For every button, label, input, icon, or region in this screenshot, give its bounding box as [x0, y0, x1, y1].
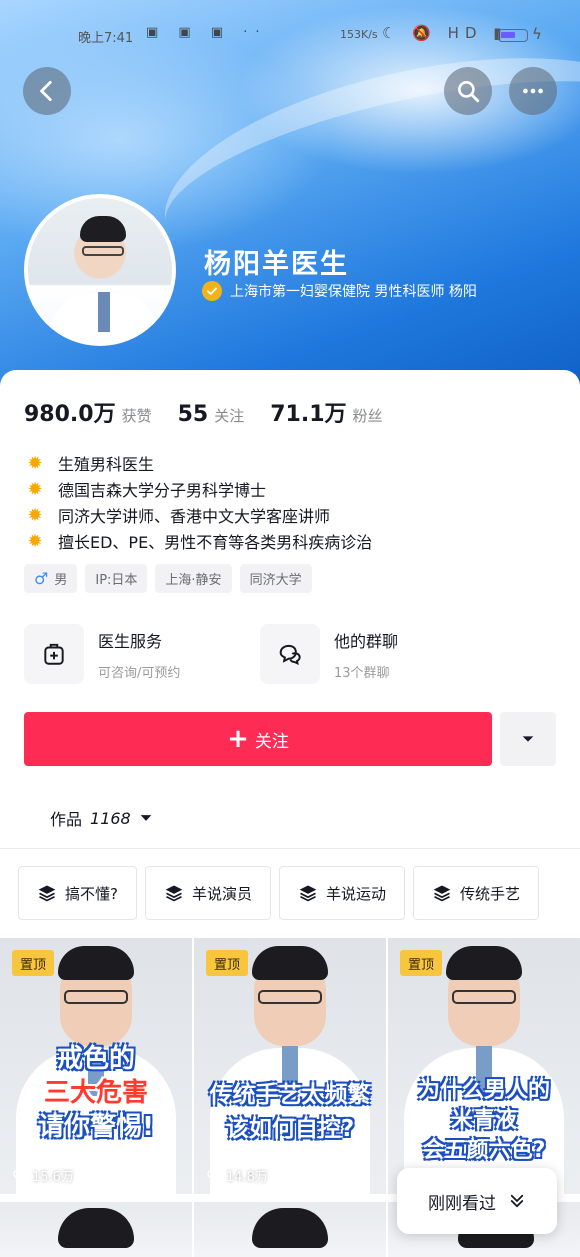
bio: ✹ 生殖男科医生 ✹ 德国吉森大学分子男科学博士 ✹ 同济大学讲师、香港中文大学客座讲…	[24, 450, 372, 554]
likes-count: 980.0万	[24, 402, 116, 427]
male-icon: ♂	[34, 569, 49, 588]
followers-count[interactable]: 71.1万	[270, 396, 346, 428]
services-row: 医生服务 可咨询/可预约 他的群聊 13个群聊	[24, 624, 556, 684]
chevron-left-icon	[40, 80, 52, 102]
pinned-badge: 置顶	[206, 950, 249, 976]
pinned-badge: 置顶	[400, 950, 443, 976]
service-title: 他的群聊	[334, 631, 399, 651]
double-chevron-down-icon	[510, 1194, 524, 1208]
video-thumbnail[interactable]: 置顶 戒色的 三大危害 请你警惕! 15.6万	[0, 938, 192, 1194]
video-thumbnail[interactable]	[194, 1202, 386, 1257]
status-bar: 晚上7:41 ▣ ▣ ▣ ·· 153K/s ☾ 🔕 HD ▮ ϟ	[0, 0, 580, 70]
recommend-dropdown-button[interactable]	[500, 712, 556, 766]
profile-name: 杨阳羊医生	[204, 249, 349, 280]
verified-badge-icon	[202, 281, 222, 301]
recently-viewed-popup[interactable]: 刚刚看过	[397, 1168, 557, 1234]
doctor-service-entry[interactable]: 医生服务 可咨询/可预约	[24, 624, 260, 684]
battery-icon	[498, 29, 528, 42]
pinned-badge: 置顶	[12, 950, 55, 976]
back-button[interactable]	[23, 67, 71, 115]
video-likes: 15.6万	[12, 1166, 74, 1185]
more-button[interactable]	[509, 67, 557, 115]
service-subtitle: 13个群聊	[334, 665, 390, 681]
tag-location[interactable]: 上海·静安	[155, 564, 232, 593]
search-icon	[458, 81, 480, 103]
video-likes: 14.8万	[206, 1166, 268, 1185]
likes-label: 获赞	[121, 407, 152, 425]
video-caption: 戒色的 三大危害 请你警惕!	[38, 1044, 154, 1142]
video-caption: 为什么男人的 米青液 会五颜六色?	[417, 1078, 550, 1163]
charging-icon: ϟ	[532, 25, 542, 43]
layers-icon	[299, 885, 317, 902]
collections-bar: 搞不懂? 羊说演员 羊说运动 传统手艺	[18, 866, 540, 920]
tag-gender: ♂ 男	[24, 564, 78, 593]
service-title: 医生服务	[98, 631, 163, 651]
heart-icon	[13, 1169, 27, 1182]
system-icons: ☾ 🔕 HD ▮	[382, 24, 508, 42]
search-button[interactable]	[444, 67, 492, 115]
tag-school[interactable]: 同济大学	[239, 564, 312, 593]
bio-line: 生殖男科医生	[58, 455, 155, 474]
followers-label[interactable]: 粉丝	[353, 405, 383, 426]
sun-icon: ✹	[27, 478, 43, 500]
works-tab[interactable]: 作品 1168	[50, 806, 153, 830]
group-chat-entry[interactable]: 他的群聊 13个群聊	[260, 624, 496, 684]
video-thumbnail[interactable]: 置顶 为什么男人的 米青液 会五颜六色?	[388, 938, 580, 1194]
stats-row: 980.0万 获赞 55 关注 71.1万 粉丝	[24, 396, 409, 428]
bio-line: 擅长ED、PE、男性不育等各类男科疾病诊治	[58, 533, 373, 552]
collection-chip[interactable]: 搞不懂?	[18, 866, 137, 920]
works-count: 1168	[90, 808, 131, 828]
sun-icon: ✹	[27, 452, 43, 474]
caret-down-icon	[522, 736, 534, 742]
avatar[interactable]	[24, 194, 176, 346]
divider	[0, 848, 580, 849]
recently-viewed-label: 刚刚看过	[428, 1193, 496, 1214]
video-caption: 传统手艺太频繁 该如何自控?	[209, 1082, 371, 1142]
chat-bubbles-icon	[260, 624, 320, 684]
layers-icon	[433, 885, 451, 902]
ellipsis-icon	[523, 88, 543, 94]
verification-row: 上海市第一妇婴保健院 男性科医师 杨阳	[202, 280, 477, 302]
layers-icon	[165, 885, 183, 902]
sun-icon: ✹	[27, 504, 43, 526]
collection-chip[interactable]: 羊说运动	[278, 866, 405, 920]
service-subtitle: 可咨询/可预约	[98, 665, 181, 681]
medical-kit-icon	[24, 624, 84, 684]
profile-tags: ♂ 男 IP:日本 上海·静安 同济大学	[24, 564, 312, 593]
following-count[interactable]: 55	[178, 402, 209, 427]
caret-down-icon	[140, 815, 151, 821]
heart-icon	[207, 1169, 221, 1182]
collection-chip[interactable]: 传统手艺	[413, 866, 540, 920]
bio-line: 德国吉森大学分子男科学博士	[58, 481, 267, 500]
plus-icon: +	[227, 724, 249, 754]
sun-icon: ✹	[27, 530, 43, 552]
network-speed: 153K/s	[340, 28, 378, 41]
bio-line: 同济大学讲师、香港中文大学客座讲师	[58, 507, 331, 526]
notification-icons: ▣ ▣ ▣ ··	[146, 25, 268, 40]
follow-button[interactable]: + 关注	[24, 712, 492, 766]
verification-text: 上海市第一妇婴保健院 男性科医师 杨阳	[230, 284, 477, 300]
tag-ip: IP:日本	[85, 564, 148, 593]
follow-label: 关注	[254, 731, 289, 752]
collection-chip[interactable]: 羊说演员	[144, 866, 271, 920]
video-thumbnail[interactable]: 置顶 传统手艺太频繁 该如何自控? 14.8万	[194, 938, 386, 1194]
video-thumbnail[interactable]	[0, 1202, 192, 1257]
layers-icon	[38, 885, 56, 902]
following-label[interactable]: 关注	[214, 405, 244, 426]
works-label: 作品	[50, 810, 83, 829]
status-time: 晚上7:41	[78, 31, 134, 46]
